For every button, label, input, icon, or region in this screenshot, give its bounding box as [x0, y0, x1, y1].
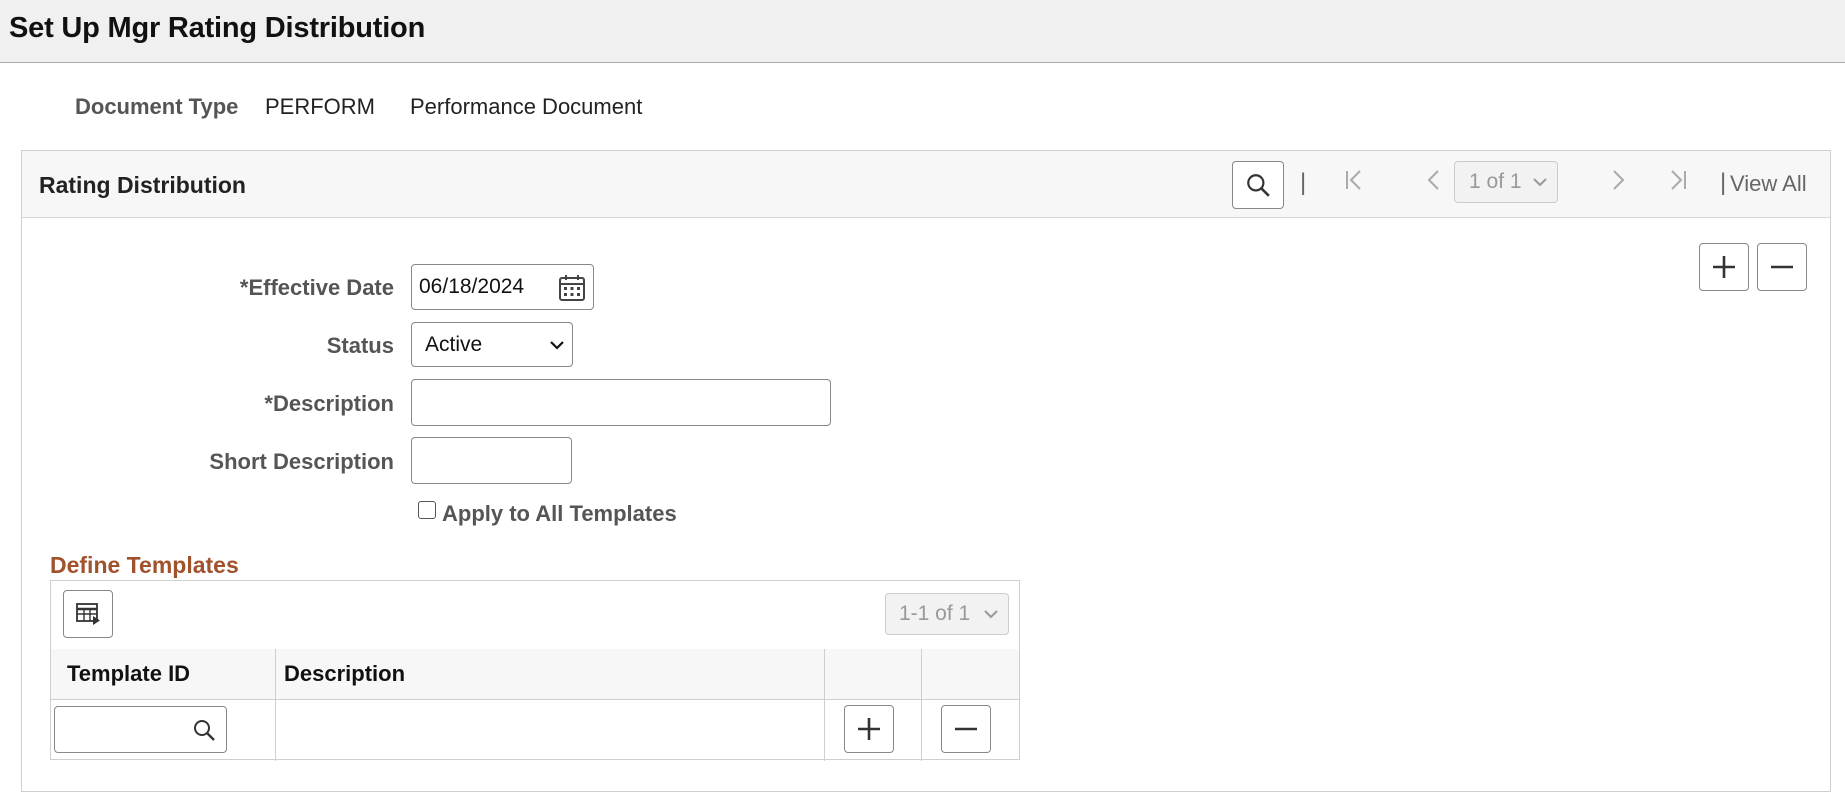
- calendar-icon[interactable]: [557, 273, 587, 303]
- status-label: Status: [326, 333, 394, 358]
- first-page-icon[interactable]: [1342, 167, 1366, 198]
- nav-separator: |: [1720, 169, 1727, 196]
- delete-row-button[interactable]: [1757, 243, 1807, 291]
- apply-all-templates-label: Apply to All Templates: [442, 501, 677, 526]
- chevron-down-icon: [1533, 178, 1547, 187]
- effective-date-value: 06/18/2024: [419, 275, 525, 298]
- last-page-icon[interactable]: [1666, 167, 1690, 198]
- grid-personalize-icon: [76, 603, 100, 625]
- search-icon[interactable]: [192, 718, 216, 742]
- define-templates-title: Define Templates: [50, 552, 239, 578]
- page-title: Set Up Mgr Rating Distribution: [9, 12, 426, 44]
- plus-icon: [858, 718, 880, 740]
- page-select-value: 1 of 1: [1469, 170, 1522, 193]
- next-page-icon[interactable]: [1608, 167, 1628, 198]
- previous-page-icon[interactable]: [1424, 167, 1444, 198]
- add-template-row-button[interactable]: [844, 705, 894, 753]
- status-select[interactable]: Active: [411, 322, 573, 367]
- grid-page-select-value: 1-1 of 1: [899, 602, 971, 625]
- status-value: Active: [425, 332, 483, 356]
- view-all-link[interactable]: View All: [1730, 171, 1807, 197]
- page-header: Set Up Mgr Rating Distribution: [0, 0, 1845, 63]
- search-icon: [1247, 174, 1270, 197]
- minus-icon: [1771, 265, 1793, 269]
- grid-toolbar: 1-1 of 1: [51, 581, 1019, 650]
- search-button[interactable]: [1232, 161, 1284, 209]
- grid-header-row: [51, 649, 1019, 700]
- templates-grid: 1-1 of 1 Template ID Description: [50, 580, 1020, 761]
- effective-date-label: *Effective Date: [239, 275, 394, 300]
- column-divider: [275, 649, 276, 761]
- chevron-down-icon: [984, 610, 998, 619]
- document-type-description: Performance Document: [410, 94, 643, 119]
- minus-icon: [955, 727, 977, 731]
- apply-all-templates-checkbox[interactable]: [418, 501, 436, 519]
- personalize-grid-button[interactable]: [63, 590, 113, 638]
- panel-title: Rating Distribution: [39, 172, 246, 198]
- page-select[interactable]: 1 of 1: [1454, 161, 1558, 203]
- column-divider: [921, 649, 922, 761]
- nav-separator: |: [1300, 169, 1307, 196]
- add-row-button[interactable]: [1699, 243, 1749, 291]
- document-type-label: Document Type: [75, 94, 239, 119]
- panel-header: Rating Distribution | 1 of 1 | View All: [22, 151, 1830, 218]
- delete-template-row-button[interactable]: [941, 705, 991, 753]
- description-label: *Description: [264, 391, 394, 416]
- effective-date-field[interactable]: 06/18/2024: [411, 264, 594, 310]
- description-input[interactable]: [411, 379, 831, 426]
- column-header-template-id[interactable]: Template ID: [67, 661, 190, 687]
- column-header-description[interactable]: Description: [284, 661, 405, 687]
- column-divider: [824, 649, 825, 761]
- chevron-down-icon: [550, 341, 564, 350]
- template-id-input[interactable]: [54, 706, 227, 753]
- plus-icon: [1713, 256, 1735, 278]
- grid-page-select[interactable]: 1-1 of 1: [885, 593, 1009, 635]
- short-description-label: Short Description: [209, 449, 394, 474]
- document-type-code: PERFORM: [265, 94, 375, 119]
- short-description-input[interactable]: [411, 437, 572, 484]
